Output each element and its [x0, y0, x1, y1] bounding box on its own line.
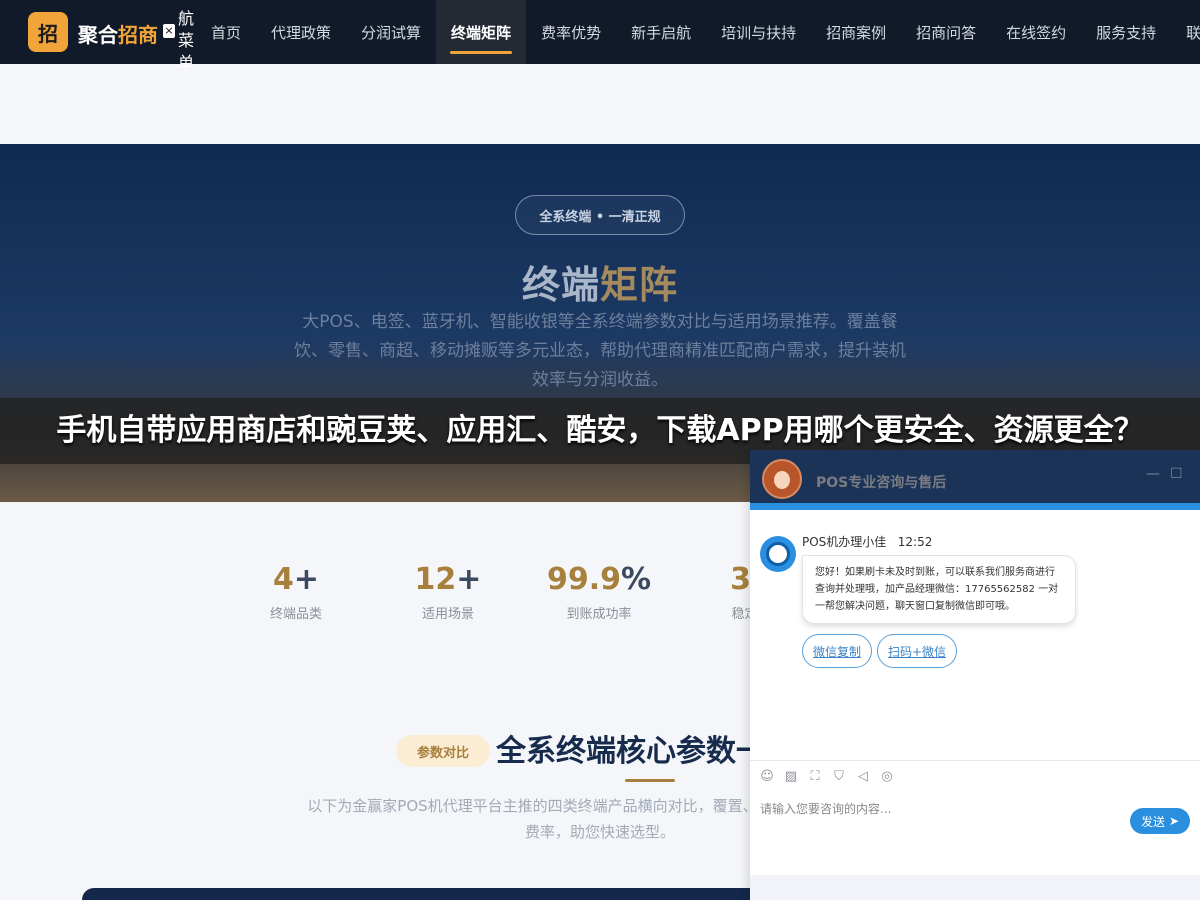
stat-value: 12: [414, 562, 457, 597]
nav-link[interactable]: 服务支持: [1081, 0, 1171, 64]
chat-widget: POS专业咨询与售后 — ☐ POS机办理小佳 12:52 您好！如果刷卡未及时…: [750, 450, 1200, 900]
stat-value: 4: [272, 562, 294, 597]
agent-avatar: [762, 459, 802, 499]
hero-title-b: 矩阵: [600, 263, 679, 307]
nav-link[interactable]: 终端矩阵: [436, 0, 527, 64]
nav-link[interactable]: 分润试算: [346, 0, 436, 64]
nav-links: 首页 代理政策 分润试算 终端矩阵 费率优势 新手启航 培训与扶持 招商案例 招商问答 在线签约服…: [196, 0, 1200, 64]
brand-accent: 招商: [118, 23, 158, 47]
hero-title-a: 终端: [521, 263, 600, 307]
section-badge: 参数对比: [396, 735, 490, 767]
minimize-icon[interactable]: —: [1146, 466, 1160, 482]
nav-link[interactable]: 代理政策: [256, 0, 346, 64]
close-icon[interactable]: ×: [163, 24, 175, 38]
image-icon[interactable]: ▨: [784, 770, 798, 784]
nav-menu-label[interactable]: 航菜单: [178, 8, 196, 74]
message-bubble: 您好！如果刷卡未及时到账，可以联系我们服务商进行查询并处理哦，加产品经理微信：1…: [802, 555, 1076, 624]
wechat-icon[interactable]: ◎: [880, 770, 894, 784]
stat-value: 99.9: [546, 562, 621, 597]
send-label: 发送: [1140, 814, 1165, 829]
nav-link[interactable]: 费率优势: [526, 0, 616, 64]
screenshot-icon[interactable]: ⛶: [808, 770, 822, 784]
stat-unit: %: [620, 562, 652, 597]
nav-link[interactable]: 招商案例: [811, 0, 901, 64]
stat-item: 12+ 适用场景: [373, 562, 523, 622]
hero-description: 大POS、电签、蓝牙机、智能收银等全系终端参数对比与适用场景推荐。覆盖餐饮、零售…: [294, 312, 906, 390]
overlay-headline: 手机自带应用商店和豌豆荚、应用汇、酷安，下载APP用哪个更安全、资源更全？: [56, 413, 1144, 448]
brand-name[interactable]: 聚合招商: [78, 19, 158, 48]
stat-unit: +: [293, 562, 319, 597]
stat-item: 4+ 终端品类: [221, 562, 371, 622]
emoji-icon[interactable]: ☺: [760, 770, 774, 784]
stat-number: 12+: [373, 562, 523, 597]
stat-label: 到账成功率: [566, 607, 632, 622]
hero-title: 终端矩阵: [0, 254, 1200, 309]
nav-link[interactable]: 在线签约: [991, 0, 1081, 64]
chat-title: POS专业咨询与售后: [816, 475, 947, 491]
stat-label: 适用场景: [421, 607, 474, 622]
bot-avatar: [760, 536, 796, 572]
chat-message-input[interactable]: [760, 802, 1120, 816]
volume-icon[interactable]: ◁: [856, 770, 870, 784]
stat-number: 99.9%: [524, 562, 674, 597]
message-sender: POS机办理小佳: [802, 535, 887, 549]
nav-link[interactable]: 培训与扶持: [706, 0, 811, 64]
nav-link[interactable]: 首页: [196, 0, 256, 64]
chat-header-accent: [750, 503, 1200, 510]
nav-link[interactable]: 新手启航: [616, 0, 706, 64]
send-button[interactable]: 发送 ➤: [1130, 808, 1190, 834]
hero-pill: 全系终端 • 一清正规: [515, 195, 685, 235]
section-title: 全系终端核心参数一: [496, 734, 766, 769]
message-time: 12:52: [897, 535, 933, 549]
copy-wechat-button[interactable]: 微信复制: [802, 634, 873, 668]
brand-prefix: 聚合: [78, 23, 118, 47]
chat-header[interactable]: POS专业咨询与售后 — ☐: [750, 450, 1200, 510]
stat-label: 终端品类: [269, 607, 322, 622]
chat-toolbar: ☺ ▨ ⛶ ⛉ ◁ ◎: [760, 770, 894, 784]
nav-link[interactable]: 招商问答: [901, 0, 991, 64]
message-meta: POS机办理小佳 12:52: [802, 533, 932, 550]
scan-wechat-button[interactable]: 扫码+微信: [877, 634, 958, 668]
stat-number: 4+: [221, 562, 371, 597]
maximize-icon[interactable]: ☐: [1170, 466, 1183, 482]
shield-icon[interactable]: ⛉: [832, 770, 846, 784]
chat-divider: [750, 760, 1200, 761]
stat-item: 99.9% 到账成功率: [524, 562, 674, 622]
stat-unit: +: [456, 562, 482, 597]
nav-link[interactable]: 联系: [1171, 0, 1200, 64]
chat-footer: [750, 875, 1200, 900]
logo-icon[interactable]: 招: [28, 12, 68, 52]
section-underline: [625, 779, 675, 782]
send-icon: ➤: [1168, 814, 1180, 828]
